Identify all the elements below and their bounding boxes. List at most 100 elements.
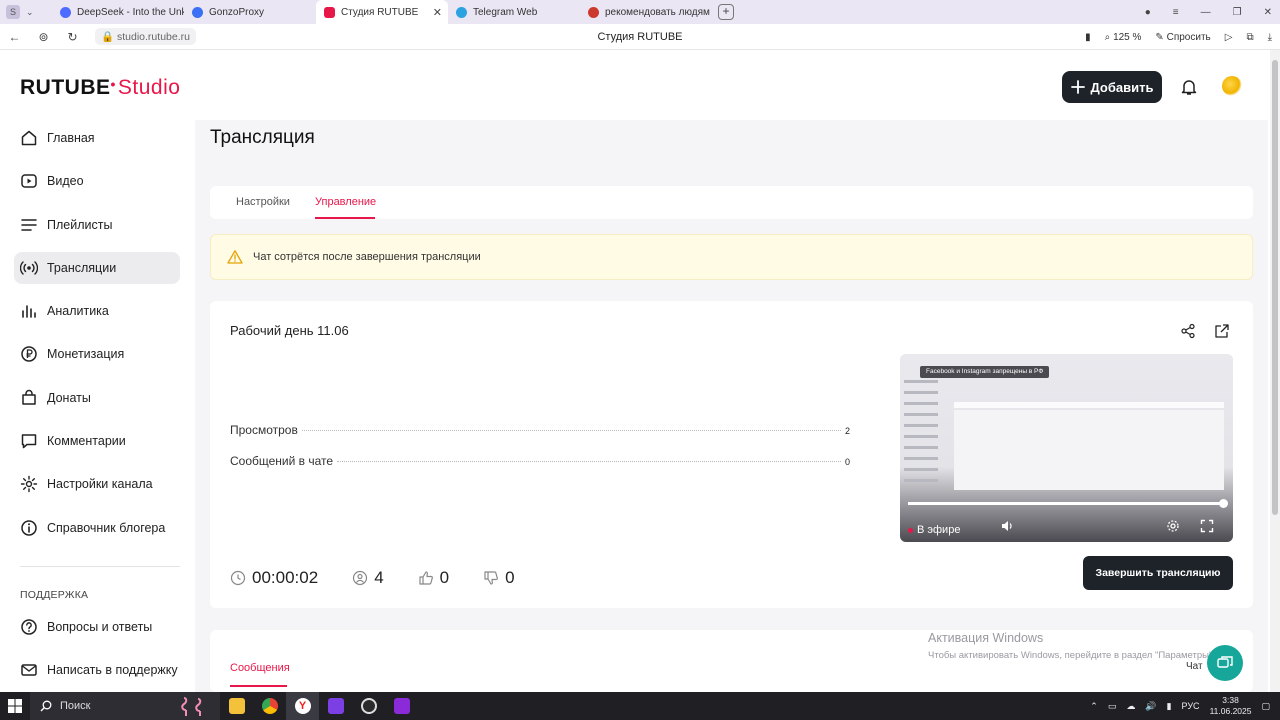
speaker-icon[interactable]: 🔊 bbox=[1145, 701, 1156, 712]
obs-icon bbox=[360, 698, 377, 714]
reload-icon[interactable]: ↻ bbox=[58, 30, 87, 44]
profile-icon[interactable]: ● bbox=[1145, 7, 1151, 18]
maximize-icon[interactable]: ❐ bbox=[1233, 7, 1242, 18]
sidebar-item-home[interactable]: Главная bbox=[14, 122, 180, 154]
add-button-label: Добавить bbox=[1090, 79, 1154, 95]
collections-icon[interactable]: ⧉ bbox=[1246, 32, 1253, 43]
taskbar-profile-app[interactable] bbox=[385, 692, 418, 720]
cloud-icon[interactable]: ☁ bbox=[1126, 701, 1135, 712]
new-tab-icon[interactable]: + bbox=[718, 4, 734, 20]
browser-tabbar: S ⌄ DeepSeek - Into the Unkno GonzoProxy… bbox=[0, 0, 1280, 24]
tab-deepseek[interactable]: DeepSeek - Into the Unkno bbox=[52, 0, 184, 24]
tray-chevron-icon[interactable]: ⌃ bbox=[1090, 701, 1098, 712]
taskbar-yandex-browser[interactable]: Y bbox=[286, 692, 319, 720]
deepseek-favicon-icon bbox=[60, 6, 71, 18]
language-indicator[interactable]: РУС bbox=[1182, 701, 1200, 711]
taskbar-file-explorer[interactable] bbox=[220, 692, 253, 720]
viewers-stat: 4 bbox=[352, 568, 384, 588]
window-controls: ● ≡ — ❐ ✕ bbox=[1145, 0, 1272, 24]
external-link-icon[interactable] bbox=[1214, 323, 1230, 339]
chevron-down-icon[interactable]: ⌄ bbox=[26, 7, 34, 18]
ruble-icon bbox=[21, 346, 37, 363]
browser-menu[interactable]: S ⌄ bbox=[0, 5, 52, 19]
watermark-title: Активация Windows bbox=[928, 631, 1044, 645]
player-progress-bar[interactable] bbox=[908, 499, 1228, 508]
tab-management[interactable]: Управление bbox=[315, 196, 376, 208]
sidebar-item-analytics[interactable]: Аналитика bbox=[14, 295, 180, 327]
tab-gonzoproxy[interactable]: GonzoProxy bbox=[184, 0, 316, 24]
player-progress-knob[interactable] bbox=[1219, 499, 1228, 508]
tab-chat[interactable]: Чат bbox=[1186, 661, 1203, 672]
dislikes-stat: 0 bbox=[483, 568, 515, 588]
chrome-icon bbox=[261, 698, 278, 714]
scrollbar-thumb[interactable] bbox=[1272, 60, 1278, 515]
fullscreen-icon[interactable] bbox=[1200, 519, 1214, 533]
minimize-icon[interactable]: — bbox=[1201, 7, 1211, 18]
start-button[interactable] bbox=[0, 692, 30, 720]
extensions-icon[interactable]: ▷ bbox=[1225, 32, 1233, 43]
zoom-indicator[interactable]: ⌕ 125 % bbox=[1105, 32, 1142, 43]
active-tab-underline bbox=[315, 217, 375, 219]
ask-button[interactable]: ✎ Спросить bbox=[1155, 32, 1210, 43]
menu-icon[interactable]: ≡ bbox=[1173, 7, 1179, 18]
taskbar-obs[interactable] bbox=[352, 692, 385, 720]
sidebar-item-monetization[interactable]: Монетизация bbox=[14, 338, 180, 370]
share-icon[interactable] bbox=[1180, 323, 1196, 339]
player-frame-card bbox=[954, 410, 1224, 490]
recommend-favicon-icon bbox=[588, 6, 599, 18]
volume-icon[interactable] bbox=[1000, 519, 1014, 533]
download-icon[interactable]: ⤓ bbox=[1268, 32, 1272, 43]
gonzoproxy-favicon-icon bbox=[192, 6, 203, 18]
tab-settings[interactable]: Настройки bbox=[236, 196, 290, 208]
tab-telegram[interactable]: Telegram Web bbox=[448, 0, 580, 24]
end-stream-button[interactable]: Завершить трансляцию bbox=[1083, 556, 1233, 590]
tab-recommend[interactable]: рекомендовать людям bbox=[580, 0, 712, 24]
player-frame-sidebar bbox=[904, 380, 950, 500]
close-window-icon[interactable]: ✕ bbox=[1264, 7, 1272, 18]
tab-messages[interactable]: Сообщения bbox=[230, 662, 290, 674]
sidebar-item-comments[interactable]: Комментарии bbox=[14, 425, 180, 457]
back-icon[interactable]: ← bbox=[0, 30, 29, 44]
bell-icon[interactable] bbox=[1180, 78, 1198, 96]
sidebar-item-blogger-guide[interactable]: Справочник блогера bbox=[14, 512, 180, 544]
stream-preview-player[interactable]: Facebook и Instagram запрещены в РФ В эф… bbox=[900, 354, 1233, 542]
page-scrollbar[interactable] bbox=[1270, 50, 1280, 692]
sidebar-item-channel-settings[interactable]: Настройки канала bbox=[14, 468, 180, 500]
browser-logo-icon[interactable]: S bbox=[6, 5, 20, 19]
sidebar-item-label: Вопросы и ответы bbox=[47, 620, 153, 634]
player-banner: Facebook и Instagram запрещены в РФ bbox=[920, 366, 1050, 378]
sidebar-item-video[interactable]: Видео bbox=[14, 165, 180, 197]
live-dot-icon bbox=[908, 527, 913, 533]
notifications-icon[interactable]: ▢ bbox=[1261, 701, 1270, 712]
chat-messages-value: 0 bbox=[844, 457, 850, 467]
battery-icon[interactable]: ▮ bbox=[1167, 701, 1172, 712]
clock-date: 11.06.2025 bbox=[1209, 706, 1252, 716]
taskbar-search[interactable]: Поиск bbox=[30, 692, 220, 720]
taskbar-media-app[interactable] bbox=[319, 692, 352, 720]
sidebar-item-donations[interactable]: Донаты bbox=[14, 382, 180, 414]
live-indicator: В эфире bbox=[908, 524, 960, 536]
windows-logo-icon bbox=[8, 699, 22, 713]
add-button[interactable]: Добавить bbox=[1062, 71, 1162, 103]
sidebar-item-label: Видео bbox=[47, 174, 84, 189]
url-field[interactable]: 🔒 studio.rutube.ru bbox=[95, 28, 196, 45]
bookmark-icon[interactable]: ▮ bbox=[1085, 32, 1091, 43]
avatar[interactable] bbox=[1222, 76, 1242, 96]
search-icon bbox=[40, 700, 52, 712]
clock[interactable]: 3:38 11.06.2025 bbox=[1210, 695, 1252, 717]
sidebar-item-broadcasts[interactable]: Трансляции bbox=[14, 251, 180, 284]
likes-stat: 0 bbox=[418, 568, 449, 588]
sidebar-divider bbox=[20, 566, 180, 567]
protect-icon[interactable]: ⊚ bbox=[29, 30, 58, 44]
rutube-studio-logo[interactable]: RUTUBE•Studio bbox=[20, 76, 180, 100]
taskbar-chrome[interactable] bbox=[253, 692, 286, 720]
clock-icon bbox=[230, 570, 246, 586]
network-icon[interactable]: ▭ bbox=[1108, 701, 1117, 712]
sidebar-item-contact-support[interactable]: Написать в поддержку bbox=[14, 654, 194, 686]
sidebar-item-faq[interactable]: Вопросы и ответы bbox=[14, 611, 194, 643]
close-tab-icon[interactable]: ✕ bbox=[433, 6, 442, 19]
support-chat-button[interactable] bbox=[1207, 645, 1243, 681]
sidebar-item-playlists[interactable]: Плейлисты bbox=[14, 209, 180, 241]
settings-icon[interactable] bbox=[1166, 519, 1180, 533]
tab-rutube-studio[interactable]: Студия RUTUBE ✕ bbox=[316, 0, 448, 24]
